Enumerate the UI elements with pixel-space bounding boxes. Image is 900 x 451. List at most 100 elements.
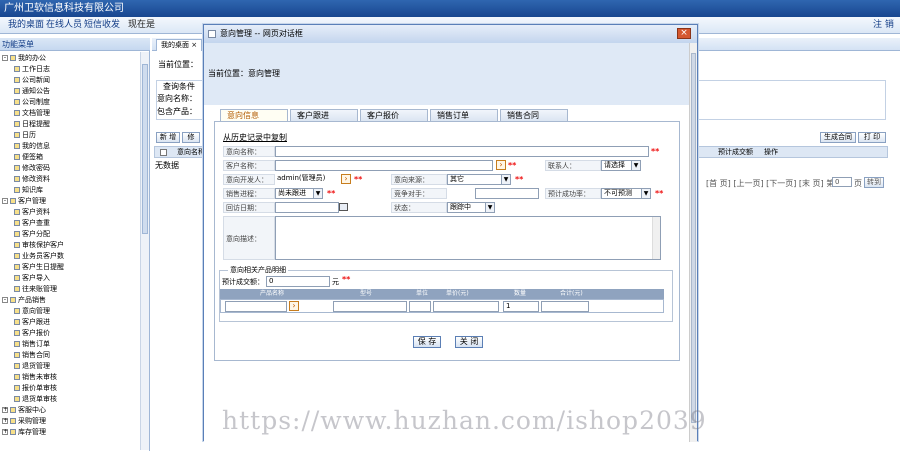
- expand-icon[interactable]: +: [2, 418, 8, 424]
- dialog-close-icon[interactable]: ×: [677, 28, 691, 39]
- dialog-scrollbar[interactable]: [689, 43, 697, 442]
- expand-icon[interactable]: +: [2, 429, 8, 435]
- close-icon[interactable]: ×: [191, 41, 197, 49]
- tab-my-desktop[interactable]: 我的桌面 ×: [156, 39, 203, 51]
- sidebar-item[interactable]: 文档管理: [14, 108, 50, 118]
- sidebar-item[interactable]: 客户查重: [14, 218, 50, 228]
- sidebar-item[interactable]: 客户导入: [14, 273, 50, 283]
- collapse-icon[interactable]: -: [2, 297, 8, 303]
- sidebar-item[interactable]: 公司制度: [14, 97, 50, 107]
- contact-select[interactable]: 请选择 ▼: [601, 160, 641, 171]
- sidebar-item[interactable]: 意向管理: [14, 306, 50, 316]
- add-button[interactable]: 新 增: [156, 132, 180, 143]
- logout-link[interactable]: 注 销: [873, 17, 894, 34]
- product-picker-icon[interactable]: ›: [289, 301, 299, 311]
- sidebar-item-label: 工作日志: [22, 65, 50, 73]
- sidebar-item[interactable]: 工作日志: [14, 64, 50, 74]
- sidebar-item-label: 报价单审核: [22, 384, 57, 392]
- sidebar-scrollbar[interactable]: [140, 52, 149, 450]
- sidebar-item[interactable]: - 客户管理: [2, 196, 46, 206]
- sidebar-item[interactable]: 修改资料: [14, 174, 50, 184]
- sidebar-item[interactable]: 我的信息: [14, 141, 50, 151]
- sidebar-item[interactable]: 销售合同: [14, 350, 50, 360]
- tab-sales-contract[interactable]: 销售合同: [500, 109, 568, 121]
- sidebar-item-label: 销售订单: [22, 340, 50, 348]
- sidebar-item[interactable]: 退货管理: [14, 361, 50, 371]
- quantity-input[interactable]: 1: [503, 301, 539, 312]
- success-rate-select[interactable]: 不可预测 ▼: [601, 188, 651, 199]
- pager-links[interactable]: [首 页] [上一页] [下一页] [末 页] 第: [706, 179, 834, 188]
- unit-input[interactable]: [409, 301, 431, 312]
- sidebar-item[interactable]: 公司新闻: [14, 75, 50, 85]
- sidebar-item[interactable]: 修改密码: [14, 163, 50, 173]
- est-amount-input[interactable]: 0: [266, 276, 330, 287]
- select-all-checkbox[interactable]: [160, 149, 167, 156]
- folder-icon: [10, 297, 16, 303]
- collapse-icon[interactable]: -: [2, 55, 8, 61]
- generate-contract-button[interactable]: 生成合同: [820, 132, 856, 143]
- stage-select[interactable]: 尚未跟进 ▼: [275, 188, 323, 199]
- tab-sales-order[interactable]: 销售订单: [430, 109, 498, 121]
- tab-customer-followup[interactable]: 客户跟进: [290, 109, 358, 121]
- close-button[interactable]: 关 闭: [455, 336, 483, 348]
- customer-picker-icon[interactable]: ›: [496, 160, 506, 170]
- source-select[interactable]: 其它 ▼: [447, 174, 511, 185]
- visit-date-input[interactable]: [275, 202, 339, 213]
- textarea-scrollbar[interactable]: [652, 217, 660, 259]
- sidebar-item[interactable]: + 客服中心: [2, 405, 46, 415]
- scrollbar-thumb[interactable]: [142, 64, 148, 234]
- sidebar-item[interactable]: - 产品销售: [2, 295, 46, 305]
- status-select[interactable]: 跟踪中 ▼: [447, 202, 495, 213]
- sidebar-item[interactable]: 业务员客户数: [14, 251, 64, 261]
- customer-name-input[interactable]: [275, 160, 493, 171]
- copy-from-history-link[interactable]: 从历史记录中复制: [223, 132, 287, 143]
- competitor-input[interactable]: [475, 188, 539, 199]
- sidebar-item[interactable]: + 采购管理: [2, 416, 46, 426]
- sidebar-item[interactable]: 日程提醒: [14, 119, 50, 129]
- menu-my-desktop[interactable]: 我的桌面: [8, 17, 44, 34]
- sidebar-item[interactable]: 客户跟进: [14, 317, 50, 327]
- col-product-name: 产品名称: [260, 290, 285, 297]
- sidebar-item[interactable]: 报价单审核: [14, 383, 57, 393]
- sidebar-item[interactable]: 往来账管理: [14, 284, 57, 294]
- menu-online-users[interactable]: 在线人员: [46, 17, 82, 34]
- total-input[interactable]: [541, 301, 589, 312]
- page-input[interactable]: 0: [832, 177, 852, 187]
- sidebar-item[interactable]: 退货单审核: [14, 394, 57, 404]
- col-total: 合计(元): [560, 290, 583, 297]
- description-textarea[interactable]: [275, 216, 661, 260]
- tab-intent-info[interactable]: 意向信息: [220, 109, 288, 121]
- sidebar-item[interactable]: 通知公告: [14, 86, 50, 96]
- folder-icon: [10, 418, 16, 424]
- intent-name-input[interactable]: [275, 146, 649, 157]
- model-input[interactable]: [333, 301, 407, 312]
- price-input[interactable]: [433, 301, 499, 312]
- dialog-scrollbar-thumb[interactable]: [691, 53, 696, 423]
- sidebar-item[interactable]: 客户生日提醒: [14, 262, 64, 272]
- print-button[interactable]: 打 印: [858, 132, 886, 143]
- dialog-titlebar[interactable]: 意向管理 -- 网页对话框 ×: [204, 25, 697, 43]
- developer-picker-icon[interactable]: ›: [341, 174, 351, 184]
- sidebar-item[interactable]: 客户资料: [14, 207, 50, 217]
- sidebar-item[interactable]: 便签箱: [14, 152, 43, 162]
- sidebar-item[interactable]: 销售订单: [14, 339, 50, 349]
- collapse-icon[interactable]: -: [2, 198, 8, 204]
- save-button[interactable]: 保 存: [413, 336, 441, 348]
- sidebar-item[interactable]: + 库存管理: [2, 427, 46, 437]
- sidebar-item[interactable]: - 我的办公: [2, 53, 46, 63]
- sidebar-item[interactable]: 知识库: [14, 185, 43, 195]
- sidebar-item[interactable]: 客户分配: [14, 229, 50, 239]
- jump-button[interactable]: 转到: [864, 177, 884, 188]
- sidebar-item[interactable]: 客户报价: [14, 328, 50, 338]
- product-name-input[interactable]: [225, 301, 287, 312]
- pager: [首 页] [上一页] [下一页] [末 页] 第 0 页 转到: [706, 177, 884, 189]
- sidebar-item[interactable]: 审核保护客户: [14, 240, 64, 250]
- calendar-icon[interactable]: [339, 203, 348, 211]
- tab-customer-quote[interactable]: 客户报价: [360, 109, 428, 121]
- product-legend: 意向相关产品明细: [228, 265, 288, 275]
- edit-button[interactable]: 修: [182, 132, 200, 143]
- sidebar-item[interactable]: 销售未审核: [14, 372, 57, 382]
- sidebar-item[interactable]: 日历: [14, 130, 36, 140]
- expand-icon[interactable]: +: [2, 407, 8, 413]
- menu-sms[interactable]: 短信收发: [84, 17, 120, 34]
